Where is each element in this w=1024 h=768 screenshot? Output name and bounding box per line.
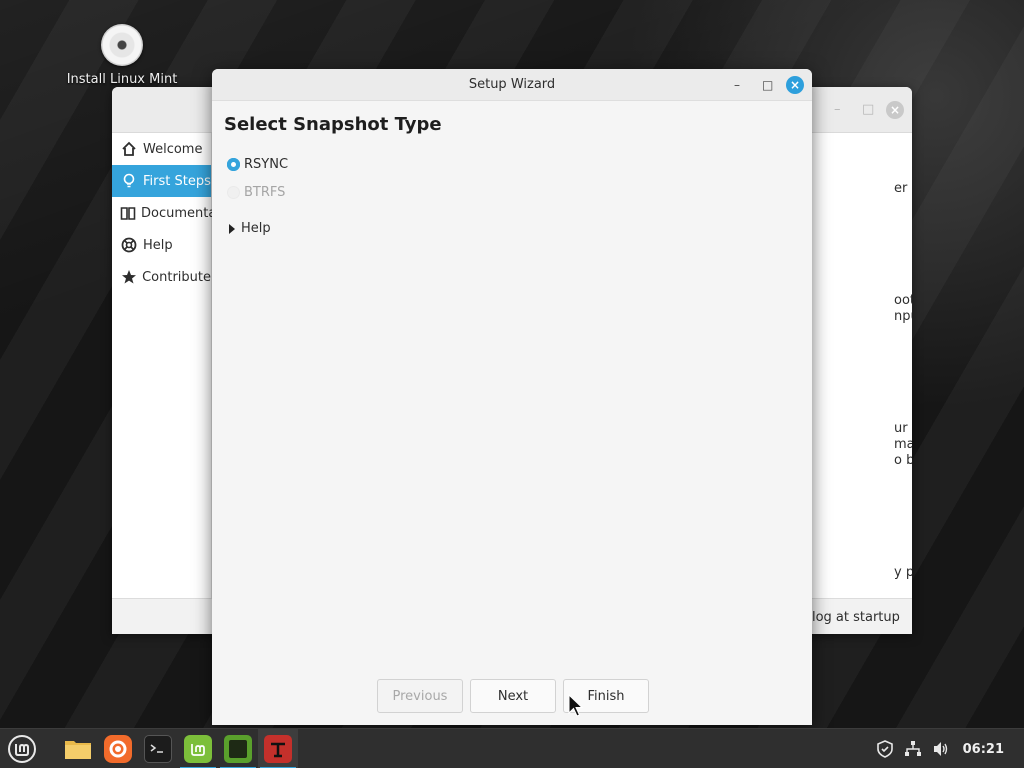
maximize-icon[interactable]: □ — [862, 102, 874, 117]
sidebar-item-label: First Steps — [143, 173, 211, 189]
taskbar-terminal[interactable] — [138, 729, 178, 768]
content-fragment: y popular — [894, 565, 912, 580]
wizard-titlebar[interactable]: Setup Wizard – □ × — [212, 69, 812, 101]
close-icon[interactable]: × — [886, 101, 904, 119]
radio-option-btrfs[interactable]: BTRFS — [227, 185, 285, 200]
system-monitor-icon — [224, 735, 252, 763]
sidebar-item-help[interactable]: Help — [112, 229, 211, 261]
mint-icon — [184, 735, 212, 763]
star-icon — [120, 269, 137, 285]
sidebar-item-label: Welcome — [143, 141, 203, 157]
taskbar: 06:21 — [0, 728, 1024, 768]
radio-option-rsync[interactable]: RSYNC — [227, 157, 288, 172]
shield-icon[interactable] — [876, 740, 894, 758]
content-fragment: o be — [894, 453, 912, 468]
expander-label: Help — [241, 221, 271, 236]
clock[interactable]: 06:21 — [963, 742, 1004, 757]
network-icon[interactable] — [904, 740, 922, 758]
radio-label: RSYNC — [244, 157, 289, 172]
radio-unchecked-icon[interactable] — [227, 186, 240, 199]
content-fragment: er a light or — [894, 181, 912, 196]
sidebar-item-label: Contribute — [142, 269, 211, 285]
wizard-button-row: Previous Next Finish — [377, 679, 649, 713]
radio-label: BTRFS — [244, 185, 286, 200]
setup-wizard-dialog: Setup Wizard – □ × Select Snapshot Type … — [212, 69, 812, 725]
sidebar-item-first-steps[interactable]: First Steps — [112, 165, 211, 197]
terminal-icon — [144, 735, 172, 763]
desktop-icon-label: Install Linux Mint — [66, 72, 178, 87]
sidebar-item-documentation[interactable]: Documenta — [112, 197, 216, 229]
volume-icon[interactable] — [932, 740, 950, 758]
welcome-sidebar: Welcome First Steps Documenta Help Contr… — [112, 133, 216, 598]
timeshift-icon — [264, 735, 292, 763]
close-icon[interactable]: × — [786, 76, 804, 94]
taskbar-timeshift[interactable] — [258, 729, 298, 768]
folder-icon — [64, 735, 92, 763]
window-title: Setup Wizard — [468, 77, 556, 92]
system-tray: 06:21 — [871, 729, 1024, 768]
show-dialog-at-startup-label[interactable]: alog at startup — [804, 610, 900, 625]
taskbar-mintwelcome[interactable] — [178, 729, 218, 768]
next-button[interactable]: Next — [470, 679, 556, 713]
content-fragment: nputer to its — [894, 309, 912, 324]
minimize-icon[interactable]: – — [834, 102, 841, 117]
lifebuoy-icon — [120, 237, 138, 253]
desktop-icon-install-linux-mint[interactable]: Install Linux Mint — [62, 24, 182, 87]
taskbar-system-monitor[interactable] — [218, 729, 258, 768]
sidebar-item-contribute[interactable]: Contribute — [112, 261, 211, 293]
content-fragment: oot — [894, 293, 912, 308]
book-icon — [120, 205, 136, 221]
lightbulb-icon — [120, 173, 138, 189]
minimize-icon[interactable]: – — [734, 69, 740, 101]
taskbar-files[interactable] — [58, 729, 98, 768]
help-expander[interactable]: Help — [229, 221, 271, 236]
content-fragment: matically — [894, 437, 912, 452]
menu-button[interactable] — [2, 729, 42, 768]
maximize-icon[interactable]: □ — [762, 69, 773, 101]
page-title: Select Snapshot Type — [224, 114, 442, 135]
home-icon — [120, 141, 138, 157]
mouse-cursor-icon — [568, 694, 584, 717]
menu-icon — [8, 735, 36, 763]
content-fragment: ur computer. — [894, 421, 912, 436]
sidebar-item-label: Help — [143, 237, 173, 253]
taskbar-firefox[interactable] — [98, 729, 138, 768]
expander-arrow-icon — [229, 223, 235, 234]
firefox-icon — [104, 735, 132, 763]
disc-icon — [101, 24, 143, 66]
radio-checked-icon[interactable] — [227, 158, 240, 171]
sidebar-item-welcome[interactable]: Welcome — [112, 133, 211, 165]
sidebar-item-label: Documenta — [141, 205, 217, 221]
previous-button[interactable]: Previous — [377, 679, 463, 713]
